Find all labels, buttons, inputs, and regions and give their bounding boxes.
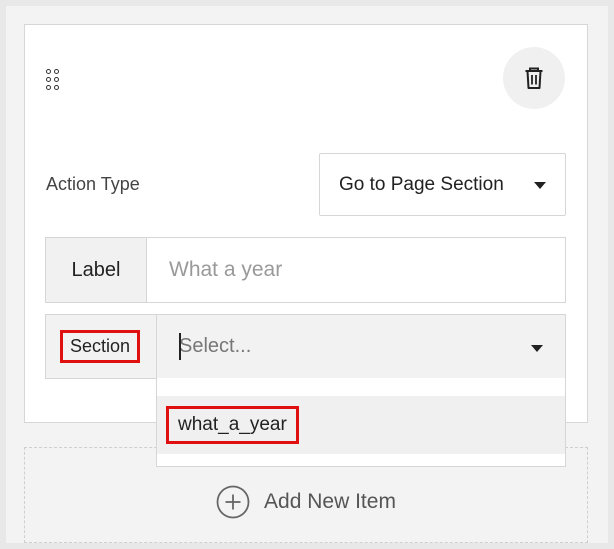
section-tag-label: Section: [59, 330, 141, 363]
dropdown-option[interactable]: what_a_year: [157, 396, 565, 454]
dropdown-option-label: what_a_year: [166, 406, 299, 444]
chevron-down-icon: [534, 182, 546, 189]
section-dropdown-menu: what_a_year: [156, 378, 566, 467]
section-field-group: Section Select...: [45, 314, 566, 379]
action-type-label: Action Type: [46, 174, 140, 194]
text-cursor: [179, 333, 181, 360]
label-input[interactable]: [147, 238, 565, 302]
label-field-tag: Label: [46, 238, 147, 302]
action-type-value: Go to Page Section: [339, 173, 504, 195]
label-field-group: Label: [45, 237, 566, 303]
trash-icon: [525, 67, 543, 89]
section-select-placeholder: Select...: [179, 335, 252, 357]
delete-item-button[interactable]: [503, 47, 565, 109]
drag-handle-icon[interactable]: [45, 68, 65, 92]
add-new-item-label: Add New Item: [264, 490, 396, 513]
section-select[interactable]: Select...: [157, 315, 565, 378]
plus-circle-icon: [216, 485, 250, 519]
chevron-down-icon[interactable]: [531, 345, 543, 352]
action-type-select[interactable]: Go to Page Section: [319, 153, 566, 216]
section-field-tag: Section: [46, 315, 157, 378]
